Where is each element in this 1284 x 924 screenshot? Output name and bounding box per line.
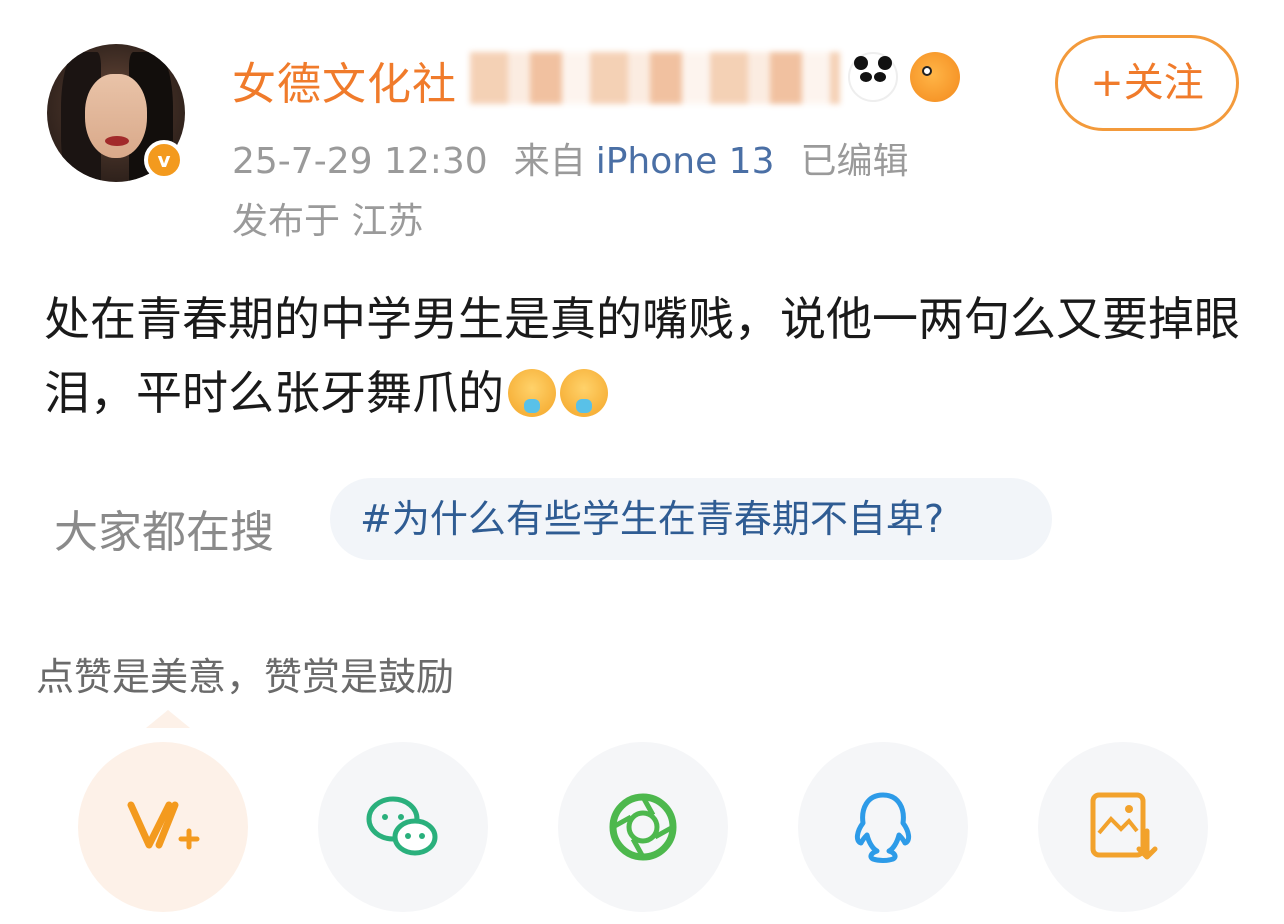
share-wechat-button[interactable] [318,742,488,912]
post-text: 处在青春期的中学男生是真的嘴贱，说他一两句么又要掉眼泪，平时么张牙舞爪的 [44,292,1240,420]
blurred-name-redaction [470,52,840,104]
post-meta: 25-7-29 12:30 来自 iPhone 13 已编辑 [232,132,935,184]
save-image-button[interactable] [1038,742,1208,912]
save-image-icon [1090,792,1158,860]
share-qq-button[interactable] [798,742,968,912]
reward-button[interactable] [78,742,248,912]
tip-pointer [146,710,190,728]
post-location: 发布于 江苏 [232,201,424,242]
verified-badge-icon: v [144,140,184,180]
author-name[interactable]: 女德文化社 [232,48,457,112]
source-prefix: 来自 [513,141,586,182]
crying-face-icon [508,369,556,417]
weibo-v-plus-icon [127,801,200,850]
trending-search-label: 大家都在搜 [54,507,274,558]
trending-topic-chip[interactable]: #为什么有些学生在青春期不自卑? [330,478,1052,560]
pufferfish-badge-icon [910,52,960,102]
reward-tip: 点赞是美意，赞赏是鼓励 [36,655,455,699]
post-date: 25-7-29 12:30 [232,141,488,182]
wechat-icon [366,796,438,856]
post-content: 处在青春期的中学男生是真的嘴贱，说他一两句么又要掉眼泪，平时么张牙舞爪的 [44,282,1254,430]
post-device[interactable]: iPhone 13 [596,141,775,182]
follow-button[interactable]: +关注 [1055,35,1239,131]
share-moments-button[interactable] [558,742,728,912]
moments-icon [609,793,677,861]
crying-face-icon [560,369,608,417]
qq-icon [854,792,912,863]
edited-label: 已编辑 [800,141,909,182]
panda-badge-icon [848,52,898,102]
